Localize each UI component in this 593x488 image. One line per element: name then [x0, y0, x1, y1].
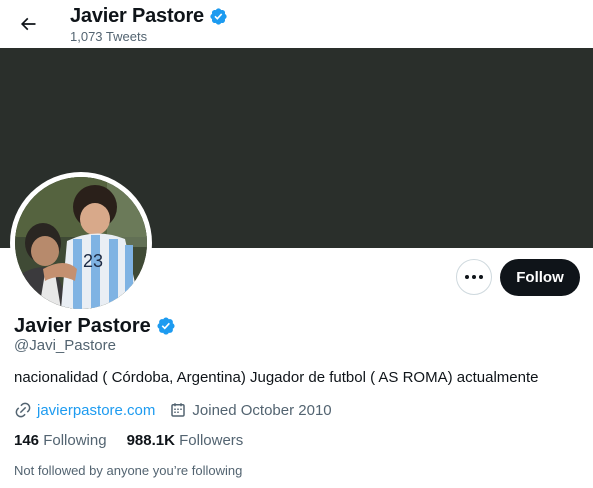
joined-item: Joined October 2010	[169, 401, 332, 419]
profile-bio: nacionalidad ( Córdoba, Argentina) Jugad…	[14, 369, 539, 386]
avatar-image: 23	[15, 177, 147, 309]
website-item: javierpastore.com	[14, 401, 155, 419]
following-label: Following	[43, 432, 107, 449]
profile-meta: javierpastore.com Joined October 2010	[14, 401, 332, 419]
mutuals-note: Not followed by anyone you’re following	[14, 463, 243, 478]
link-icon	[15, 402, 31, 418]
follow-button[interactable]: Follow	[500, 259, 580, 296]
profile-name-row: Javier Pastore	[14, 313, 176, 339]
profile-handle: @Javi_Pastore	[14, 337, 116, 354]
back-button[interactable]	[12, 8, 44, 40]
top-bar: Javier Pastore 1,073 Tweets	[0, 0, 593, 48]
profile-name: Javier Pastore	[14, 314, 151, 337]
avatar[interactable]: 23	[10, 172, 152, 314]
website-link[interactable]: javierpastore.com	[37, 402, 155, 419]
header-title: Javier Pastore	[70, 4, 204, 27]
followers-stat[interactable]: 988.1K Followers	[127, 432, 244, 449]
following-stat[interactable]: 146 Following	[14, 432, 107, 449]
avatar-photo: 23	[15, 177, 147, 309]
avatar-jersey-number: 23	[83, 251, 103, 271]
arrow-left-icon	[20, 17, 36, 31]
followers-count: 988.1K	[126, 432, 175, 449]
follow-stats: 146 Following 988.1K Followers	[14, 432, 243, 449]
followers-label: Followers	[179, 432, 244, 449]
verified-badge-icon	[210, 7, 227, 25]
following-count: 146	[14, 432, 40, 449]
tweet-count: 1,073 Tweets	[70, 29, 148, 44]
more-horizontal-icon	[465, 275, 483, 279]
verified-badge-icon[interactable]	[156, 316, 176, 336]
joined-date: Joined October 2010	[192, 401, 332, 419]
header-title-group: Javier Pastore 1,073 Tweets	[70, 4, 228, 44]
calendar-icon	[171, 403, 186, 417]
more-options-button[interactable]	[456, 259, 492, 295]
